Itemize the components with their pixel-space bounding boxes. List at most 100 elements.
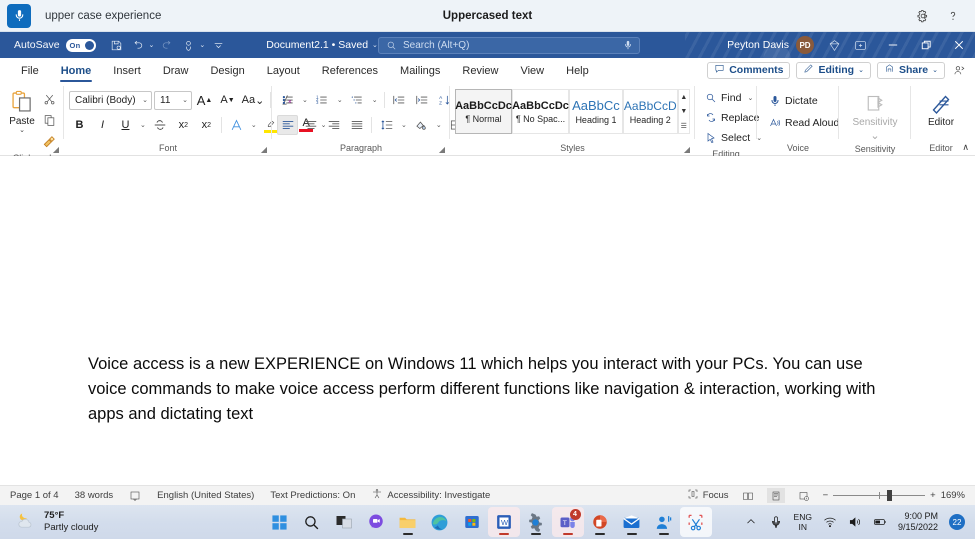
- autosave-toggle[interactable]: On: [65, 38, 96, 52]
- proofing-icon[interactable]: [129, 490, 141, 502]
- align-right-icon[interactable]: [323, 115, 344, 135]
- italic-button[interactable]: I: [92, 115, 113, 135]
- text-effects-icon[interactable]: [226, 115, 247, 135]
- chevron-down-icon[interactable]: ⌄: [870, 129, 879, 142]
- text-predictions-status[interactable]: Text Predictions: On: [270, 490, 355, 501]
- read-mode-icon[interactable]: [739, 488, 757, 503]
- microphone-icon[interactable]: [623, 40, 633, 50]
- page-number[interactable]: Page 1 of 4: [10, 490, 59, 501]
- minimize-icon[interactable]: [876, 32, 909, 58]
- find-button[interactable]: Find ⌄: [701, 88, 757, 107]
- accessibility-status[interactable]: Accessibility: Investigate: [371, 488, 490, 503]
- align-center-icon[interactable]: [300, 115, 321, 135]
- snipping-tool-icon[interactable]: [679, 507, 712, 537]
- tab-review[interactable]: Review: [451, 62, 509, 79]
- dictate-button[interactable]: Dictate: [765, 91, 822, 110]
- editing-mode-button[interactable]: Editing ⌄: [796, 61, 871, 79]
- chevron-down-icon[interactable]: ⌄: [370, 96, 380, 104]
- zoom-slider[interactable]: − + 169%: [823, 490, 965, 501]
- scissors-icon[interactable]: [39, 90, 59, 109]
- print-layout-icon[interactable]: [766, 488, 785, 503]
- redo-icon[interactable]: [157, 35, 177, 55]
- chevron-down-icon[interactable]: ⌄: [177, 96, 188, 104]
- paste-button[interactable]: Paste ⌄: [5, 87, 39, 134]
- microphone-icon[interactable]: [769, 515, 783, 529]
- search-icon[interactable]: [296, 507, 328, 537]
- subscript-button[interactable]: x2: [173, 115, 194, 135]
- chevron-down-icon[interactable]: ⌄: [300, 96, 310, 104]
- microsoft-store-icon[interactable]: [456, 507, 488, 537]
- tab-view[interactable]: View: [509, 62, 555, 79]
- shrink-font-button[interactable]: A ▼: [217, 90, 238, 110]
- mail-icon[interactable]: [616, 507, 648, 537]
- teams-icon[interactable]: T 4: [551, 507, 584, 537]
- zoom-in-button[interactable]: +: [930, 490, 936, 501]
- share-button[interactable]: Share ⌄: [876, 61, 945, 79]
- styles-scroll[interactable]: ▲ ▼ ☰: [677, 89, 690, 134]
- font-family-input[interactable]: Calibri (Body) ⌄: [69, 90, 152, 110]
- styles-more-icon[interactable]: ☰: [681, 122, 687, 130]
- chevron-down-icon[interactable]: ⌄: [434, 121, 444, 129]
- chevron-down-icon[interactable]: ⌄: [932, 66, 938, 74]
- save-icon[interactable]: [107, 35, 127, 55]
- user-account[interactable]: Peyton Davis PD: [727, 36, 814, 54]
- editor-button[interactable]: Editor: [916, 89, 966, 128]
- voice-access-icon[interactable]: [648, 507, 680, 537]
- style-heading-2[interactable]: AaBbCcD Heading 2: [622, 89, 678, 134]
- tab-help[interactable]: Help: [555, 62, 600, 79]
- chevron-up-icon[interactable]: [744, 515, 758, 529]
- replace-button[interactable]: Replace: [701, 108, 764, 127]
- document-canvas[interactable]: Voice access is a new EXPERIENCE on Wind…: [0, 156, 975, 485]
- tab-insert[interactable]: Insert: [102, 62, 152, 79]
- clock[interactable]: 9:00 PM 9/15/2022: [898, 511, 938, 533]
- underline-button[interactable]: U: [115, 115, 136, 135]
- wifi-icon[interactable]: [823, 515, 837, 529]
- font-size-input[interactable]: 11 ⌄: [154, 90, 192, 110]
- dialog-launcher-icon[interactable]: ◢: [53, 145, 59, 154]
- scroll-up-icon[interactable]: ▲: [680, 94, 687, 101]
- change-case-button[interactable]: Aa ⌄: [240, 90, 266, 110]
- dialog-launcher-icon[interactable]: ◢: [261, 145, 267, 154]
- diamond-icon[interactable]: [824, 35, 844, 55]
- tab-mailings[interactable]: Mailings: [389, 62, 451, 79]
- multilevel-list-icon[interactable]: [347, 90, 368, 110]
- undo-dropdown-caret[interactable]: ⌄: [149, 41, 155, 49]
- document-body-text[interactable]: Voice access is a new EXPERIENCE on Wind…: [88, 352, 888, 427]
- file-explorer-icon[interactable]: [392, 507, 424, 537]
- word-icon[interactable]: W: [487, 507, 520, 537]
- zoom-track[interactable]: [833, 490, 926, 501]
- justify-icon[interactable]: [346, 115, 367, 135]
- read-aloud-button[interactable]: Read Aloud: [765, 113, 843, 132]
- scroll-down-icon[interactable]: ▼: [680, 108, 687, 115]
- help-icon[interactable]: [945, 8, 961, 24]
- numbered-list-icon[interactable]: 123: [312, 90, 333, 110]
- chat-icon[interactable]: [360, 507, 392, 537]
- ribbon-display-options-icon[interactable]: [850, 35, 870, 55]
- chevron-down-icon[interactable]: ⌄: [137, 96, 148, 104]
- close-icon[interactable]: [942, 32, 975, 58]
- chevron-down-icon[interactable]: ⌄: [858, 66, 864, 74]
- bold-button[interactable]: B: [69, 115, 90, 135]
- chevron-down-icon[interactable]: ⌄: [138, 121, 148, 129]
- powerpoint-icon[interactable]: [584, 507, 616, 537]
- style-heading-1[interactable]: AaBbCc Heading 1: [569, 89, 623, 134]
- shading-icon[interactable]: [411, 115, 432, 135]
- task-view-icon[interactable]: [328, 507, 360, 537]
- avatar[interactable]: PD: [796, 36, 814, 54]
- restore-icon[interactable]: [909, 32, 942, 58]
- notification-count-badge[interactable]: 22: [949, 514, 965, 530]
- tab-design[interactable]: Design: [199, 62, 255, 79]
- collapse-ribbon-button[interactable]: ∧: [962, 142, 969, 153]
- dialog-launcher-icon[interactable]: ◢: [439, 145, 445, 154]
- language-status[interactable]: English (United States): [157, 490, 254, 501]
- start-button[interactable]: [264, 507, 296, 537]
- chevron-down-icon[interactable]: ⌄: [399, 121, 409, 129]
- zoom-out-button[interactable]: −: [823, 490, 829, 501]
- word-count[interactable]: 38 words: [75, 490, 114, 501]
- touch-icon[interactable]: [178, 35, 198, 55]
- tab-layout[interactable]: Layout: [256, 62, 311, 79]
- strikethrough-icon[interactable]: [150, 115, 171, 135]
- tab-draw[interactable]: Draw: [152, 62, 200, 79]
- line-spacing-icon[interactable]: [376, 115, 397, 135]
- superscript-button[interactable]: x2: [196, 115, 217, 135]
